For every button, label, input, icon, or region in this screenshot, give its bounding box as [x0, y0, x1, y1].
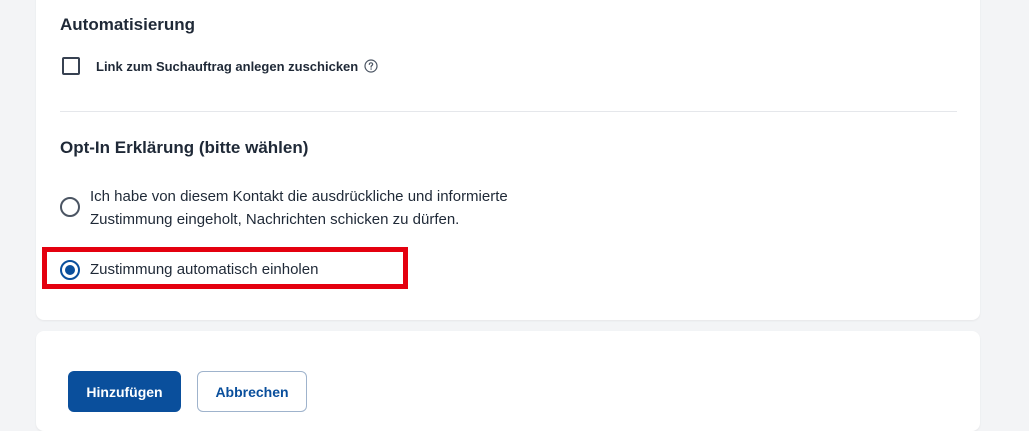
section-divider	[60, 111, 957, 112]
optin-option-explicit-consent[interactable]: Ich habe von diesem Kontakt die ausdrück…	[60, 185, 550, 231]
send-search-link-option[interactable]: Link zum Suchauftrag anlegen zuschicken	[62, 57, 378, 75]
automation-section-title: Automatisierung	[60, 15, 196, 34]
add-button[interactable]: Hinzufügen	[68, 371, 181, 412]
explicit-consent-label[interactable]: Ich habe von diesem Kontakt die ausdrück…	[90, 185, 550, 231]
optin-option-auto-consent[interactable]: Zustimmung automatisch einholen	[60, 258, 318, 281]
send-search-link-label[interactable]: Link zum Suchauftrag anlegen zuschicken	[96, 59, 358, 74]
question-circle-icon[interactable]	[364, 59, 378, 73]
explicit-consent-radio[interactable]	[60, 197, 80, 217]
cancel-button[interactable]: Abbrechen	[197, 371, 307, 412]
send-search-link-checkbox[interactable]	[62, 57, 80, 75]
optin-section-title: Opt-In Erklärung (bitte wählen)	[60, 138, 309, 157]
auto-consent-radio[interactable]	[60, 259, 80, 280]
auto-consent-label[interactable]: Zustimmung automatisch einholen	[90, 258, 318, 281]
